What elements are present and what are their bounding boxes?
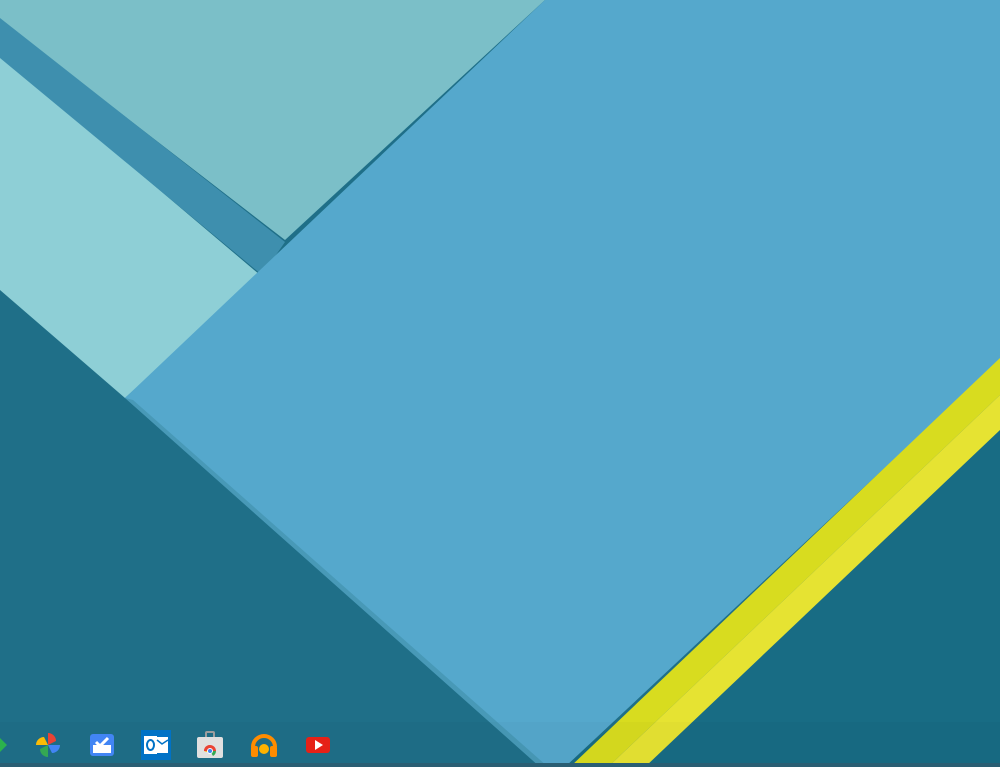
google-photos-icon[interactable] [32,729,64,761]
wallpaper [0,0,1000,767]
feedly-icon[interactable] [0,729,10,761]
inbox-icon[interactable] [86,729,118,761]
shelf-apps [0,722,334,767]
outlook-icon[interactable] [140,729,172,761]
desktop [0,0,1000,767]
shelf [0,722,1000,767]
google-play-music-icon[interactable] [248,729,280,761]
youtube-icon[interactable] [302,729,334,761]
chrome-web-store-icon[interactable] [194,729,226,761]
screen-bottom-edge [0,763,1000,767]
